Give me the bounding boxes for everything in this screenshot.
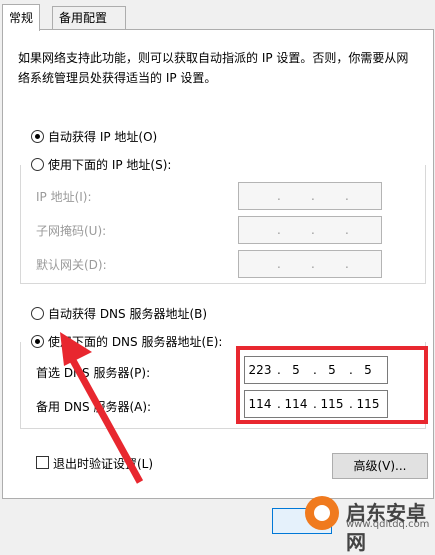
default-gateway-label: 默认网关(D): (36, 258, 107, 272)
preferred-dns-octet-1: 223 (248, 363, 272, 377)
default-gateway-field[interactable]: ... (238, 250, 382, 278)
auto-ip-radio[interactable] (31, 130, 44, 143)
auto-dns-label[interactable]: 自动获得 DNS 服务器地址(B) (48, 305, 207, 322)
manual-dns-label[interactable]: 使用下面的 DNS 服务器地址(E): (48, 333, 229, 350)
watermark-logo-icon (305, 496, 339, 530)
subnet-mask-field[interactable]: ... (238, 216, 382, 244)
preferred-dns-field[interactable]: 223 . 5 . 5 . 5 (244, 356, 388, 384)
auto-ip-label[interactable]: 自动获得 IP 地址(O) (48, 128, 157, 145)
alternate-dns-octet-1: 114 (248, 397, 272, 411)
advanced-button[interactable]: 高级(V)... (332, 453, 428, 479)
validate-settings-checkbox[interactable] (36, 456, 49, 469)
description-text: 如果网络支持此功能，则可以获取自动指派的 IP 设置。否则，你需要从网络系统管理… (18, 51, 409, 85)
preferred-dns-octet-3: 5 (328, 363, 336, 377)
alternate-dns-octet-3: 115 (320, 397, 344, 411)
ip-address-field[interactable]: ... (238, 182, 382, 210)
alternate-dns-octet-2: 114 (284, 397, 308, 411)
subnet-mask-label: 子网掩码(U): (36, 224, 107, 238)
ip-address-label: IP 地址(I): (36, 190, 92, 204)
preferred-dns-octet-4: 5 (364, 363, 372, 377)
preferred-dns-octet-2: 5 (292, 363, 300, 377)
alternate-dns-octet-4: 115 (356, 397, 380, 411)
alternate-dns-label: 备用 DNS 服务器(A): (36, 400, 152, 414)
tab-general[interactable]: 常规 (2, 4, 41, 31)
auto-dns-radio[interactable] (31, 307, 44, 320)
preferred-dns-label: 首选 DNS 服务器(P): (36, 366, 151, 380)
alternate-dns-field[interactable]: 114 . 114 . 115 . 115 (244, 390, 388, 418)
manual-ip-radio[interactable] (31, 158, 44, 171)
tab-alternate-config[interactable]: 备用配置 (52, 6, 126, 29)
validate-settings-label[interactable]: 退出时验证设置(L) (53, 455, 153, 472)
manual-dns-radio[interactable] (31, 335, 44, 348)
manual-ip-label[interactable]: 使用下面的 IP 地址(S): (48, 156, 178, 173)
watermark-url: www.qdltdq.com (346, 519, 430, 530)
tab-bar: 常规 备用配置 (0, 0, 435, 31)
